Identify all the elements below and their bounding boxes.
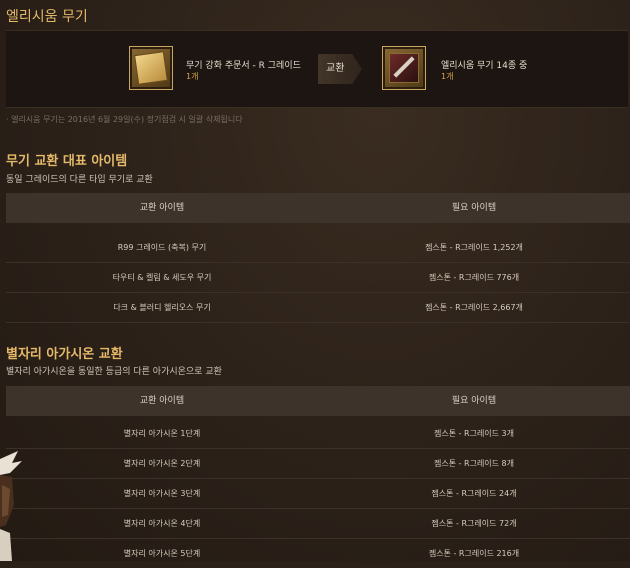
table-row: 별자리 아가시온 5단계 젬스톤 - R그레이드 216개	[6, 539, 630, 568]
exchange-item-cell: 타우티 & 켈림 & 세도우 무기	[112, 273, 212, 282]
source-item-qty: 1개	[186, 72, 199, 81]
required-item-cell: 젬스톤 - R그레이드 776개	[428, 273, 520, 282]
notice-text: · 엘리시움 무기는 2016년 6월 29일(수) 정기점검 시 일괄 삭제됩…	[6, 115, 243, 124]
table-row: 별자리 아가시온 2단계 젬스톤 - R그레이드 8개	[6, 449, 630, 479]
table-row: R99 그레이드 (축복) 무기 젬스톤 - R그레이드 1,252개	[6, 233, 630, 263]
table-header: 교환 아이템 필요 아이템	[6, 193, 630, 223]
target-item-qty: 1개	[441, 72, 454, 81]
exchange-item-cell: R99 그레이드 (축복) 무기	[117, 243, 207, 252]
section2-title: 별자리 아가시온 교환	[6, 347, 123, 362]
exchange-item-cell: 별자리 아가시온 4단계	[123, 519, 201, 528]
source-item-name: 무기 강화 주문서 - R 그레이드	[186, 61, 301, 71]
table-row: 별자리 아가시온 3단계 젬스톤 - R그레이드 24개	[6, 479, 630, 509]
weapon-icon	[382, 46, 426, 90]
table-row: 별자리 아가시온 1단계 젬스톤 - R그레이드 3개	[6, 419, 630, 449]
exchange-item-cell: 별자리 아가시온 3단계	[123, 489, 201, 498]
weapon-exchange-table: 교환 아이템 필요 아이템 R99 그레이드 (축복) 무기 젬스톤 - R그레…	[6, 193, 630, 323]
character-illustration	[0, 445, 24, 561]
section2-desc: 별자리 아가시온을 동일한 등급의 다른 아가시온으로 교환	[6, 367, 222, 377]
required-item-cell: 젬스톤 - R그레이드 72개	[431, 519, 517, 528]
header-required-item: 필요 아이템	[451, 203, 497, 213]
required-item-cell: 젬스톤 - R그레이드 3개	[433, 429, 515, 438]
required-item-cell: 젬스톤 - R그레이드 1,252개	[425, 243, 523, 252]
enchant-scroll-icon	[129, 46, 173, 90]
exchange-item-cell: 별자리 아가시온 1단계	[123, 429, 201, 438]
required-item-cell: 젬스톤 - R그레이드 8개	[433, 459, 515, 468]
section1-title: 무기 교환 대표 아이템	[6, 154, 128, 169]
agathion-exchange-table: 교환 아이템 필요 아이템 별자리 아가시온 1단계 젬스톤 - R그레이드 3…	[6, 386, 630, 568]
header-exchange-item: 교환 아이템	[139, 396, 185, 406]
exchange-item-cell: 다크 & 블러디 헬리오스 무기	[113, 303, 211, 312]
table-row: 다크 & 블러디 헬리오스 무기 젬스톤 - R그레이드 2,667개	[6, 293, 630, 323]
table-header: 교환 아이템 필요 아이템	[6, 386, 630, 416]
target-item-name: 엘리시움 무기 14종 중	[441, 61, 528, 71]
content: 엘리시움 무기 무기 강화 주문서 - R 그레이드 1개 교환 엘리시움 무기…	[0, 0, 630, 561]
table-row: 별자리 아가시온 4단계 젬스톤 - R그레이드 72개	[6, 509, 630, 539]
exchange-panel	[6, 30, 628, 108]
exchange-item-cell: 별자리 아가시온 5단계	[123, 549, 201, 558]
required-item-cell: 젬스톤 - R그레이드 216개	[428, 549, 520, 558]
header-required-item: 필요 아이템	[451, 396, 497, 406]
header-exchange-item: 교환 아이템	[139, 203, 185, 213]
page-title: 엘리시움 무기	[6, 9, 88, 25]
section1-desc: 동일 그레이드의 다른 타입 무기로 교환	[6, 175, 153, 185]
required-item-cell: 젬스톤 - R그레이드 2,667개	[425, 303, 523, 312]
table-row: 타우티 & 켈림 & 세도우 무기 젬스톤 - R그레이드 776개	[6, 263, 630, 293]
exchange-item-cell: 별자리 아가시온 2단계	[123, 459, 201, 468]
required-item-cell: 젬스톤 - R그레이드 24개	[431, 489, 517, 498]
